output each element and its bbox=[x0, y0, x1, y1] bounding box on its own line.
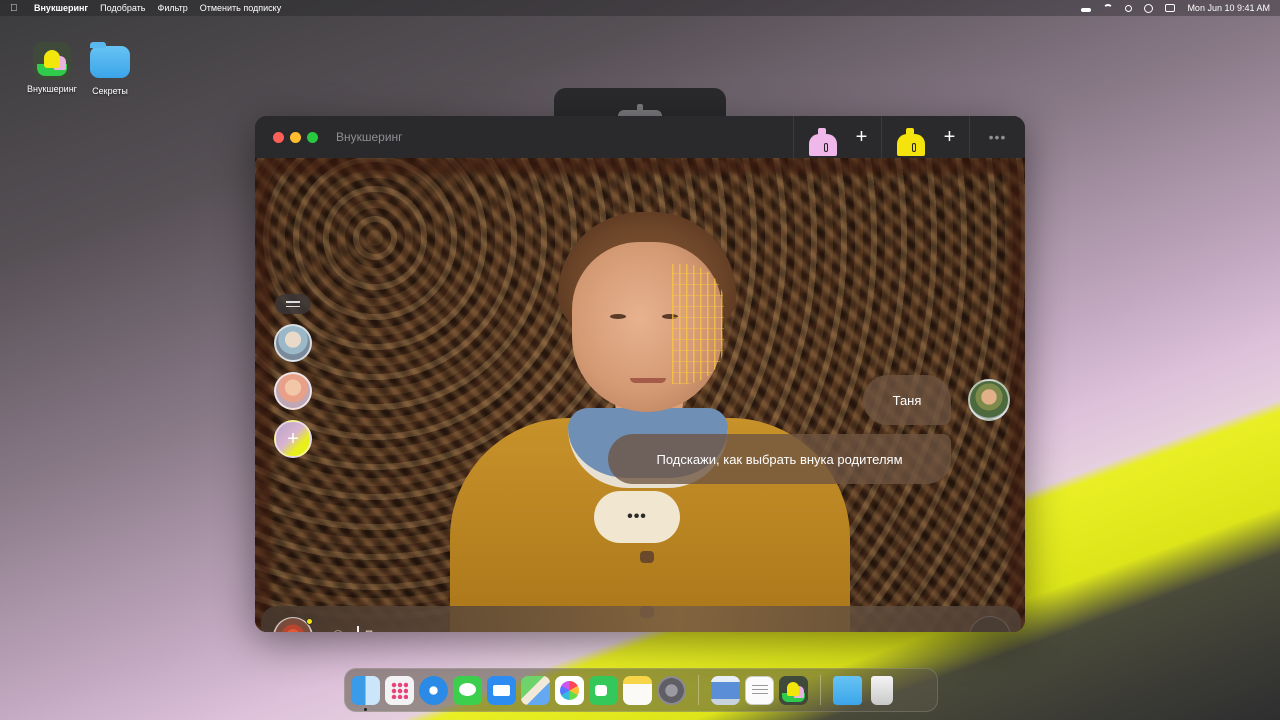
desktop-icon-folder[interactable]: Секреты bbox=[78, 42, 142, 96]
desktop-icon-label: Внукшеринг bbox=[27, 84, 77, 94]
system-settings-icon[interactable] bbox=[657, 675, 686, 705]
vnuksharing-app-icon bbox=[33, 42, 71, 80]
menu-item-unsubscribe[interactable]: Отменить подписку bbox=[200, 3, 282, 13]
filter-icon[interactable] bbox=[931, 630, 947, 632]
user-icon[interactable] bbox=[1144, 3, 1154, 13]
title-bar: Внукшеринг + + ••• bbox=[255, 116, 1025, 158]
zoom-button[interactable] bbox=[307, 131, 318, 143]
ai-circuit-overlay bbox=[672, 264, 724, 384]
assistant-avatar[interactable] bbox=[273, 617, 313, 632]
messages-icon[interactable] bbox=[453, 675, 482, 705]
yellow-mascot-icon bbox=[896, 126, 926, 156]
app-window: Внукшеринг + + ••• + Таня Подскажи, как … bbox=[255, 116, 1025, 632]
folder-icon bbox=[90, 42, 130, 78]
profiles-rail: + bbox=[273, 294, 313, 458]
grandmother-portrait bbox=[450, 186, 850, 632]
text-caret bbox=[357, 626, 359, 632]
facetime-icon[interactable] bbox=[589, 675, 618, 705]
menu-app-name[interactable]: Внукшеринг bbox=[34, 3, 88, 13]
window-controls bbox=[273, 131, 318, 143]
send-button[interactable]: › bbox=[969, 616, 1011, 632]
add-yellow-button[interactable]: + bbox=[944, 127, 956, 147]
menu-item-select[interactable]: Подобрать bbox=[100, 3, 145, 13]
mail-icon[interactable] bbox=[487, 675, 516, 705]
wifi-icon[interactable] bbox=[1103, 4, 1114, 12]
add-pink-button[interactable]: + bbox=[856, 127, 868, 147]
vnuksharing-dock-icon[interactable] bbox=[779, 675, 808, 705]
downloads-folder-icon[interactable] bbox=[833, 675, 862, 705]
title-bar-actions: + + ••• bbox=[793, 116, 1025, 158]
apple-icon[interactable]:  bbox=[10, 3, 24, 14]
menu-bar:  Внукшеринг Подобрать Фильтр Отменить п… bbox=[0, 0, 1280, 16]
profile-tab-yellow[interactable]: + bbox=[881, 116, 969, 158]
minimize-button[interactable] bbox=[290, 131, 301, 143]
photos-icon[interactable] bbox=[555, 675, 584, 705]
typing-indicator: ••• bbox=[594, 491, 680, 543]
spotlight-search-icon[interactable] bbox=[1125, 4, 1133, 12]
safari-icon[interactable] bbox=[419, 675, 448, 705]
textedit-icon[interactable] bbox=[745, 675, 774, 705]
pink-mascot-icon bbox=[808, 126, 838, 156]
finder-icon[interactable] bbox=[351, 675, 380, 711]
menu-item-filter[interactable]: Фильтр bbox=[157, 3, 187, 13]
message-input[interactable] bbox=[362, 627, 931, 632]
status-dot bbox=[306, 618, 313, 625]
notes-icon[interactable] bbox=[623, 675, 652, 705]
video-area: + Таня Подскажи, как выбрать внука родит… bbox=[255, 158, 1025, 632]
preview-icon[interactable] bbox=[711, 675, 740, 705]
sender-avatar[interactable] bbox=[968, 379, 1010, 421]
dock-separator bbox=[698, 675, 699, 705]
chat-sender-bubble: Таня bbox=[863, 375, 951, 425]
trash-icon[interactable] bbox=[871, 675, 893, 705]
menu-clock[interactable]: Mon Jun 10 9:41 AM bbox=[1187, 3, 1270, 13]
message-composer: › bbox=[261, 606, 1021, 632]
more-options-button[interactable]: ••• bbox=[969, 116, 1025, 158]
profile-avatar-2[interactable] bbox=[274, 372, 312, 410]
control-center-icon[interactable] bbox=[1165, 4, 1176, 12]
launchpad-icon[interactable] bbox=[385, 675, 414, 705]
profile-avatar-1[interactable] bbox=[274, 324, 312, 362]
dock-separator bbox=[820, 675, 821, 705]
close-button[interactable] bbox=[273, 131, 284, 143]
desktop-icon-label: Секреты bbox=[92, 86, 128, 96]
add-profile-button[interactable]: + bbox=[274, 420, 312, 458]
maps-icon[interactable] bbox=[521, 675, 550, 705]
hamburger-icon[interactable] bbox=[275, 294, 311, 314]
dock bbox=[344, 668, 938, 712]
window-title: Внукшеринг bbox=[336, 130, 403, 144]
desktop-icon-app[interactable]: Внукшеринг bbox=[20, 42, 84, 94]
cloud-icon[interactable] bbox=[1081, 7, 1092, 12]
chat-message-bubble: Подскажи, как выбрать внука родителям bbox=[608, 434, 951, 484]
mic-icon[interactable] bbox=[333, 630, 343, 632]
profile-tab-pink[interactable]: + bbox=[793, 116, 881, 158]
